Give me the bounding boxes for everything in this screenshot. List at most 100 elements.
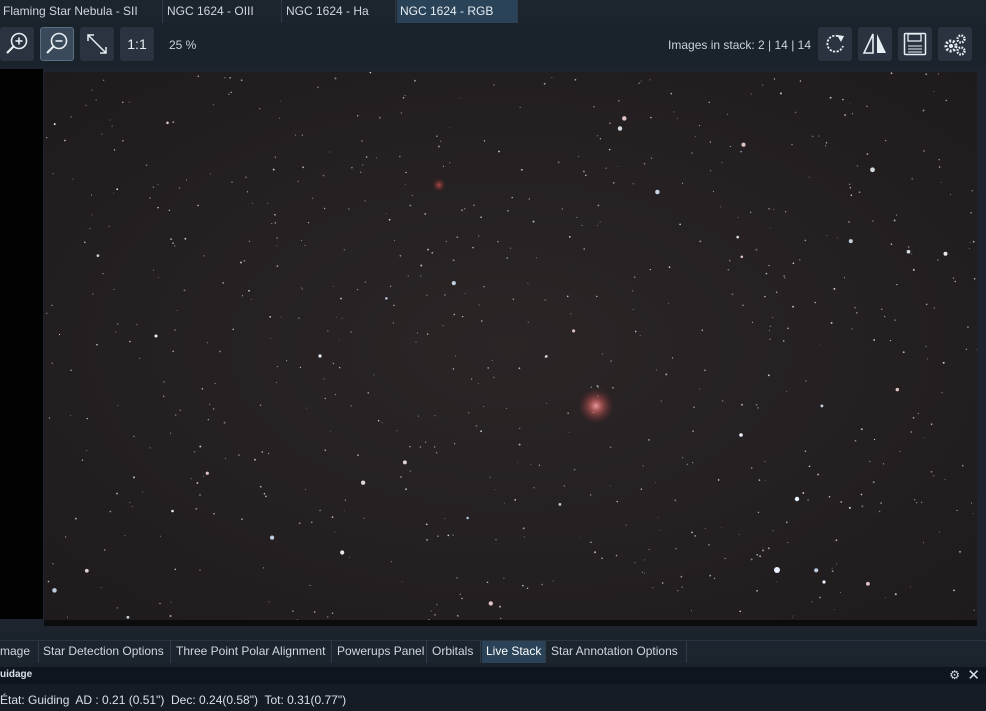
star xyxy=(254,458,256,461)
star xyxy=(517,461,519,463)
star xyxy=(740,150,742,153)
star xyxy=(648,439,650,441)
star xyxy=(866,105,868,108)
star xyxy=(356,288,359,291)
star xyxy=(750,93,752,95)
star xyxy=(280,100,282,102)
tab-powerups-panel[interactable]: Powerups Panel xyxy=(333,641,427,663)
star xyxy=(399,254,402,257)
star xyxy=(270,337,272,339)
tab-flaming-star-sii[interactable]: Flaming Star Nebula - SII xyxy=(0,0,163,23)
star xyxy=(190,477,192,480)
star xyxy=(828,495,831,498)
star xyxy=(648,549,650,551)
star xyxy=(224,77,226,79)
star xyxy=(541,583,543,586)
star xyxy=(941,392,943,394)
star xyxy=(131,505,133,508)
star xyxy=(699,240,702,243)
star xyxy=(385,297,388,300)
star xyxy=(612,182,615,184)
star xyxy=(972,240,975,243)
star xyxy=(251,202,253,204)
star xyxy=(699,125,701,127)
star xyxy=(787,327,789,330)
star xyxy=(364,200,366,202)
star xyxy=(300,287,302,289)
star xyxy=(470,378,473,380)
star xyxy=(231,181,233,183)
star xyxy=(782,340,785,342)
fit-to-window-button[interactable] xyxy=(80,27,114,61)
star xyxy=(954,280,957,283)
star xyxy=(814,568,819,573)
star xyxy=(609,446,612,449)
star xyxy=(668,302,670,304)
star xyxy=(498,150,500,153)
star xyxy=(199,569,201,571)
star xyxy=(454,355,457,357)
star xyxy=(334,531,336,533)
tab-live-stack[interactable]: Live Stack xyxy=(482,641,546,663)
star xyxy=(855,311,858,314)
star xyxy=(480,430,483,433)
star xyxy=(817,473,820,476)
star xyxy=(86,450,88,452)
star xyxy=(671,357,674,359)
star xyxy=(769,325,771,327)
star xyxy=(826,235,828,237)
star xyxy=(268,452,270,454)
star xyxy=(302,166,305,169)
star xyxy=(717,479,720,481)
star xyxy=(652,587,654,589)
star xyxy=(331,612,334,614)
star xyxy=(338,339,340,341)
star xyxy=(196,482,199,484)
star xyxy=(113,288,115,290)
save-button[interactable] xyxy=(898,27,932,61)
star xyxy=(413,79,416,82)
star xyxy=(232,328,234,330)
star xyxy=(381,422,383,424)
flip-button[interactable] xyxy=(858,27,892,61)
star xyxy=(768,207,770,210)
refresh-button[interactable] xyxy=(818,27,852,61)
tab-image[interactable]: mage xyxy=(0,641,39,663)
star xyxy=(109,119,111,121)
star xyxy=(172,242,174,244)
star xyxy=(757,511,760,514)
star xyxy=(713,577,716,579)
one-to-one-button[interactable]: 1:1 xyxy=(120,27,154,61)
star xyxy=(411,194,414,197)
tab-ngc1624-oiii[interactable]: NGC 1624 - OIII xyxy=(164,0,282,23)
star xyxy=(818,135,820,137)
star xyxy=(814,301,817,304)
image-viewer[interactable] xyxy=(0,69,986,632)
tab-ngc1624-rgb[interactable]: NGC 1624 - RGB xyxy=(397,0,518,23)
zoom-out-button[interactable] xyxy=(40,27,74,61)
bright-star xyxy=(154,334,158,338)
star xyxy=(650,157,653,159)
zoom-in-button[interactable] xyxy=(0,27,34,61)
tab-orbitals[interactable]: Orbitals xyxy=(428,641,481,663)
star xyxy=(943,251,948,256)
star xyxy=(848,221,850,223)
star xyxy=(830,321,833,324)
star xyxy=(276,237,279,239)
tab-ngc1624-ha[interactable]: NGC 1624 - Ha xyxy=(283,0,396,23)
star xyxy=(116,492,118,495)
star-field-image[interactable] xyxy=(44,72,977,620)
star xyxy=(116,323,119,325)
tab-three-point-polar-alignment[interactable]: Three Point Polar Alignment xyxy=(172,641,332,663)
tab-star-detection-options[interactable]: Star Detection Options xyxy=(39,641,171,663)
star xyxy=(848,239,853,244)
star xyxy=(269,535,275,540)
star xyxy=(833,609,835,610)
close-icon[interactable]: ✕ xyxy=(967,666,980,684)
tab-star-annotation-options[interactable]: Star Annotation Options xyxy=(547,641,687,663)
star xyxy=(439,140,442,142)
star xyxy=(617,126,623,131)
settings-button[interactable] xyxy=(938,27,972,61)
panel-settings-icon[interactable]: ⚙ xyxy=(949,668,960,682)
star xyxy=(103,549,106,551)
